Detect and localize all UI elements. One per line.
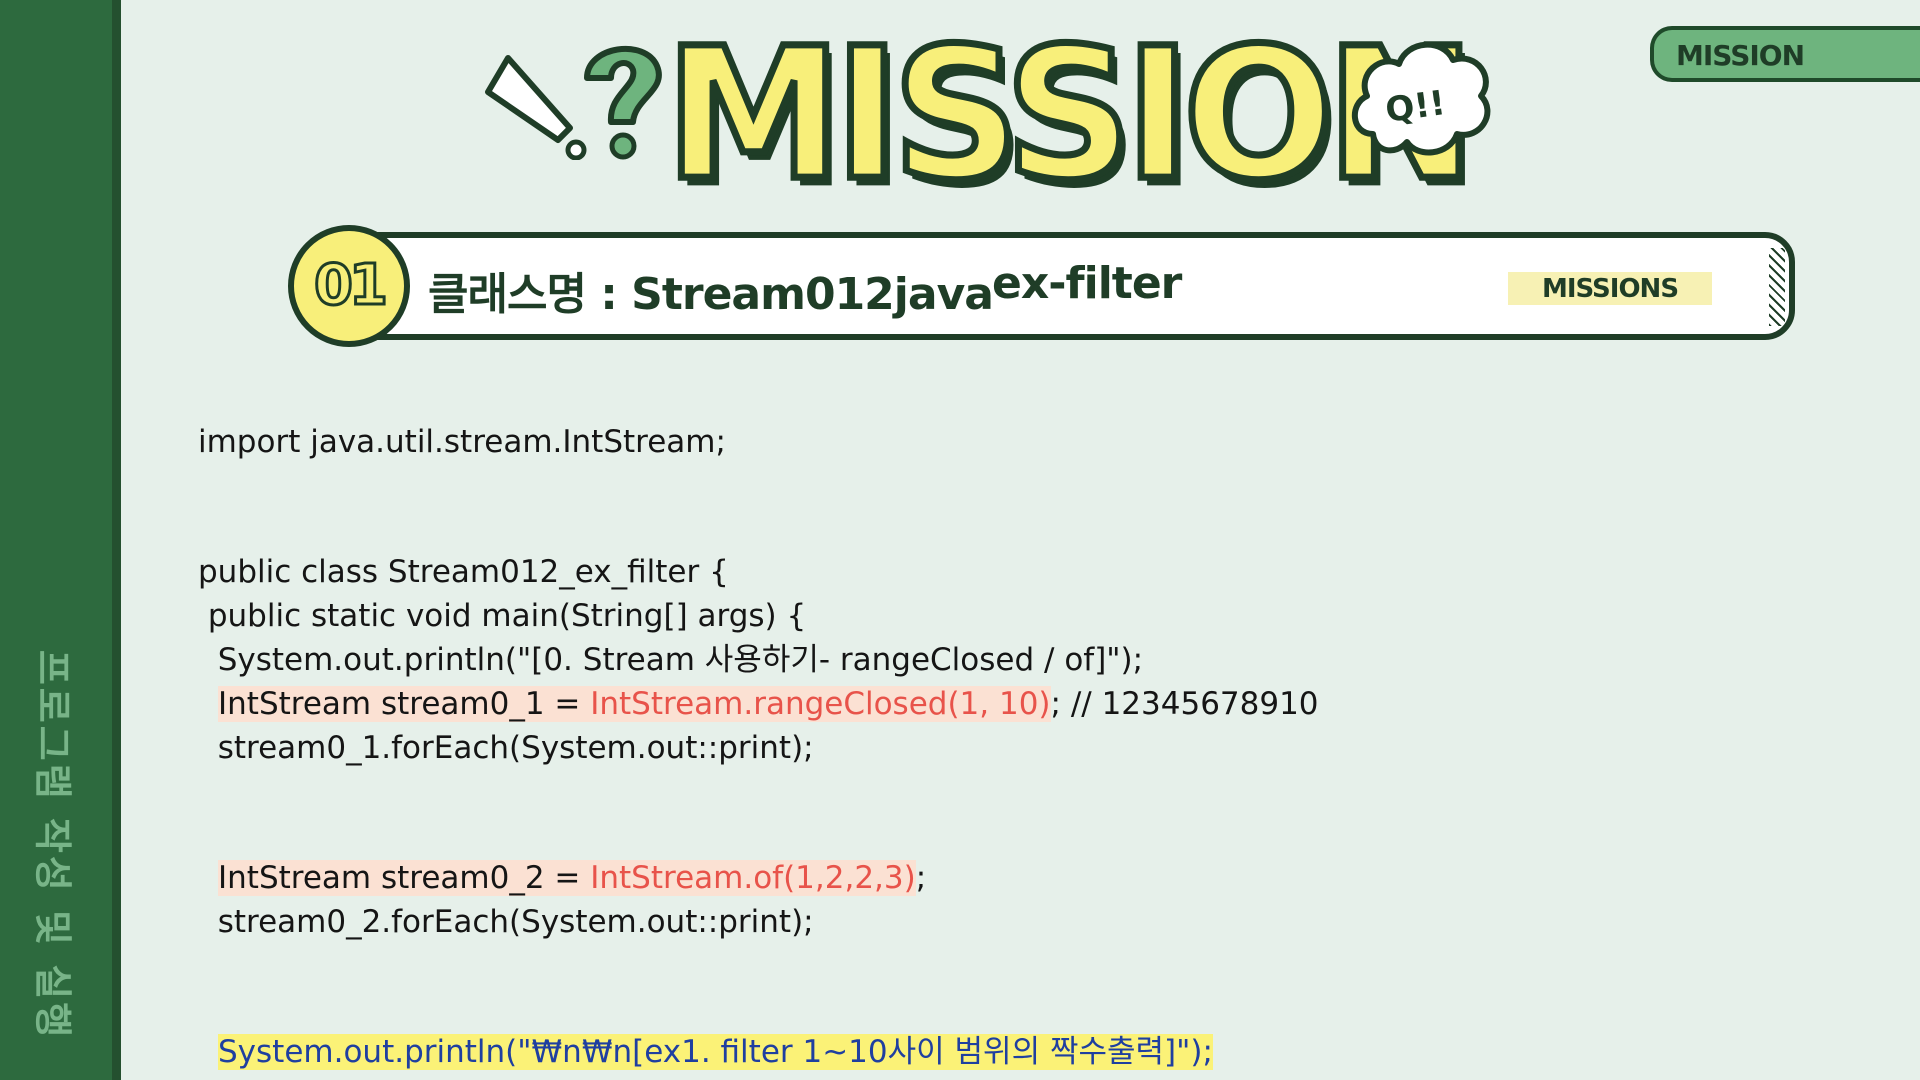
code-block: import java.util.stream.IntStream; publi…: [198, 0, 1698, 1070]
code-line-stream1-foreach: stream0_1.forEach(System.out::print);: [198, 730, 814, 766]
stream2-call: IntStream.of(1,2,2,3): [590, 860, 916, 896]
stream1-suffix: ; // 12345678910: [1050, 686, 1319, 722]
code-line-stream1: IntStream stream0_1 = IntStream.rangeClo…: [218, 684, 1319, 724]
code-line-import: import java.util.stream.IntStream;: [198, 424, 726, 460]
banner-stripes: [1769, 248, 1785, 326]
code-line-class-decl: public class Stream012_ex_filter {: [198, 554, 729, 590]
code-line-stream2-foreach: stream0_2.forEach(System.out::print);: [198, 904, 814, 940]
stream1-call: IntStream.rangeClosed(1, 10): [590, 686, 1051, 722]
stream2-prefix: IntStream stream0_2 =: [218, 860, 591, 896]
badge-number: 01: [313, 252, 390, 320]
code-line-print-header: System.out.println("[0. Stream 사용하기- ran…: [198, 642, 1144, 678]
mission-number-badge: 01: [288, 225, 410, 347]
code-line-main-decl: public static void main(String[] args) {: [198, 598, 807, 634]
stream2-suffix: ;: [915, 860, 927, 896]
code-line-print-ex1: System.out.println("₩n₩n[ex1. filter 1~1…: [218, 1032, 1213, 1072]
code-line-stream2: IntStream stream0_2 = IntStream.of(1,2,2…: [218, 858, 926, 898]
print-ex1-text: System.out.println("₩n₩n[ex1. filter 1~1…: [218, 1034, 1213, 1070]
stream1-prefix: IntStream stream0_1 =: [218, 686, 591, 722]
sidebar-label: 프로그램 작성 및 실행: [30, 649, 75, 1041]
sidebar: 프로그램 작성 및 실행: [0, 0, 121, 1080]
